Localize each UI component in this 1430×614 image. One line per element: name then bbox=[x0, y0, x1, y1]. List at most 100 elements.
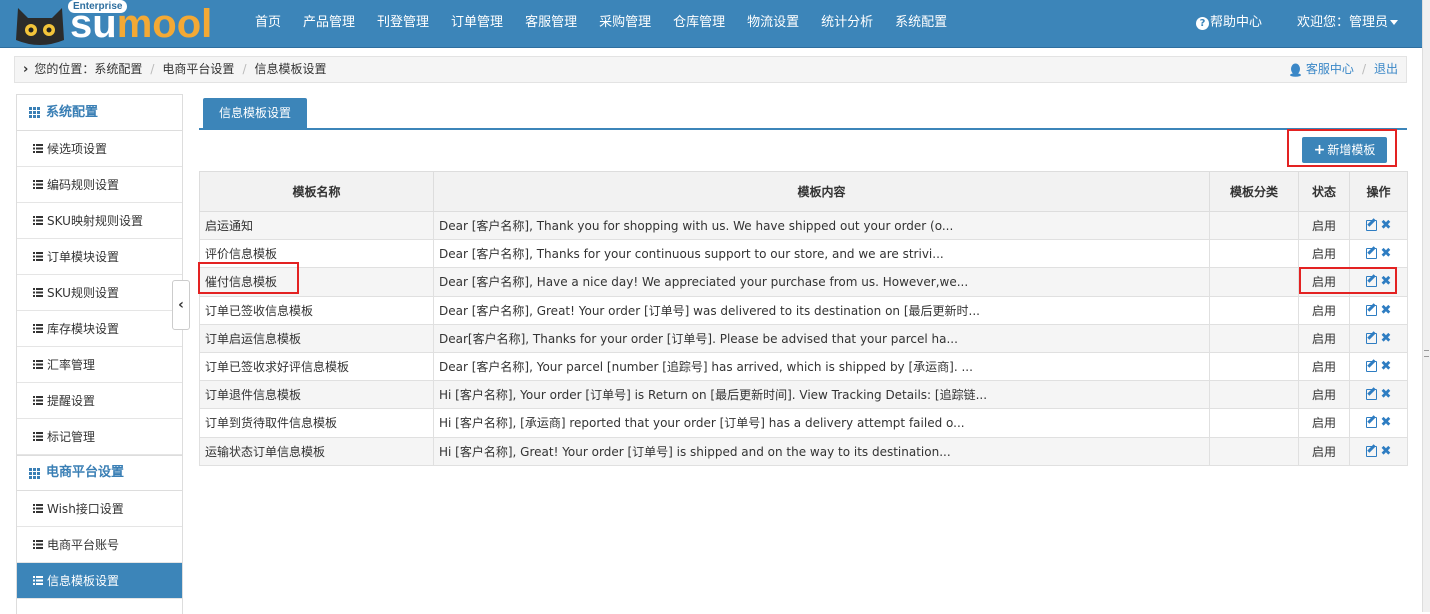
edit-icon[interactable] bbox=[1365, 417, 1377, 429]
header-status: 状态 bbox=[1298, 171, 1350, 212]
delete-icon[interactable]: ✖ bbox=[1381, 444, 1392, 459]
scrollbar-grip-icon[interactable] bbox=[1424, 350, 1429, 357]
nav-item-6[interactable]: 仓库管理 bbox=[662, 0, 736, 48]
table-row[interactable]: 运输状态订单信息模板 Hi [客户名称], Great! Your order [… bbox=[199, 436, 1408, 466]
logout-link[interactable]: 退出 bbox=[1374, 57, 1398, 82]
scrollbar[interactable] bbox=[1422, 0, 1430, 612]
template-content-cell: Dear[客户名称], Thanks for your order [订单号].… bbox=[433, 323, 1210, 353]
delete-icon[interactable]: ✖ bbox=[1381, 415, 1392, 430]
table-row[interactable]: 订单退件信息模板 Hi [客户名称], Your order [订单号] is R… bbox=[199, 380, 1408, 410]
list-icon bbox=[33, 252, 43, 261]
service-center-link[interactable]: 客服中心 bbox=[1306, 57, 1354, 82]
sumool-logo[interactable]: Enterprise sumool bbox=[12, 0, 227, 46]
sidebar-item-group1-8[interactable]: 标记管理 bbox=[17, 419, 182, 455]
edit-icon[interactable] bbox=[1365, 389, 1377, 401]
tab-bar: 信息模板设置 bbox=[199, 98, 1407, 130]
sidebar-item-group1-5[interactable]: 库存模块设置 bbox=[17, 311, 182, 347]
template-actions-cell: ✖ bbox=[1349, 295, 1408, 325]
nav-item-7[interactable]: 物流设置 bbox=[736, 0, 810, 48]
nav-item-3[interactable]: 订单管理 bbox=[440, 0, 514, 48]
caret-down-icon bbox=[1390, 20, 1399, 25]
sidebar-item-group1-4[interactable]: SKU规则设置 bbox=[17, 275, 182, 311]
edit-icon[interactable] bbox=[1365, 361, 1377, 373]
breadcrumb-actions: 客服中心 / 退出 bbox=[1289, 57, 1398, 82]
template-category-cell bbox=[1209, 210, 1299, 241]
template-actions-cell: ✖ bbox=[1349, 408, 1408, 438]
sidebar-item-group1-2[interactable]: SKU映射规则设置 bbox=[17, 203, 182, 239]
logo-su: su bbox=[70, 2, 117, 46]
template-status-cell: 启用 bbox=[1298, 380, 1350, 410]
sidebar: 系统配置 候选项设置 编码规则设置 SKU映射规则设置订单模块设置 SKU规则设置 库存… bbox=[16, 94, 183, 614]
sidebar-group-ecommerce[interactable]: 电商平台设置 bbox=[17, 455, 182, 491]
table-row[interactable]: 启运通知 Dear [客户名称], Thank you for shopping … bbox=[199, 210, 1408, 241]
table-row[interactable]: 订单已签收信息模板 Dear [客户名称], Great! Your order … bbox=[199, 295, 1408, 325]
template-table: 模板名称 模板内容 模板分类 状态 操作 启运通知 Dear [客户名称], Th… bbox=[199, 171, 1408, 466]
template-name-cell: 催付信息模板 bbox=[199, 267, 434, 297]
user-menu[interactable]: 欢迎您：管理员 bbox=[1297, 0, 1399, 46]
edit-icon[interactable] bbox=[1365, 445, 1377, 457]
sidebar-collapse-button[interactable]: ‹ bbox=[172, 280, 190, 330]
cat-logo-icon bbox=[16, 8, 64, 45]
breadcrumb-level2[interactable]: 电商平台设置 bbox=[162, 57, 234, 82]
edit-icon[interactable] bbox=[1365, 248, 1377, 260]
delete-icon[interactable]: ✖ bbox=[1381, 359, 1392, 374]
sidebar-item-group1-0[interactable]: 候选项设置 bbox=[17, 131, 182, 167]
template-actions-cell: ✖ bbox=[1349, 380, 1408, 410]
table-row[interactable]: 订单到货待取件信息模板 Hi [客户名称], [承运商] reported tha… bbox=[199, 408, 1408, 438]
nav-item-0[interactable]: 首页 bbox=[244, 0, 292, 48]
nav-item-2[interactable]: 刊登管理 bbox=[366, 0, 440, 48]
sidebar-item-group1-3[interactable]: 订单模块设置 bbox=[17, 239, 182, 275]
sidebar-item-group1-1[interactable]: 编码规则设置 bbox=[17, 167, 182, 203]
sidebar-item-group2-2[interactable]: 信息模板设置 bbox=[17, 563, 182, 599]
list-icon bbox=[33, 288, 43, 297]
sidebar-group-title: 系统配置 bbox=[46, 104, 99, 120]
nav-item-9[interactable]: 系统配置 bbox=[884, 0, 958, 48]
template-name-cell: 订单退件信息模板 bbox=[199, 380, 434, 410]
sidebar-item-group2-0[interactable]: Wish接口设置 bbox=[17, 491, 182, 527]
template-name-cell: 评价信息模板 bbox=[199, 239, 434, 269]
template-content-cell: Hi [客户名称], Your order [订单号] is Return on… bbox=[433, 380, 1210, 410]
nav-item-8[interactable]: 统计分析 bbox=[810, 0, 884, 48]
edit-icon[interactable] bbox=[1365, 332, 1377, 344]
template-content-cell: Dear [客户名称], Have a nice day! We appreci… bbox=[433, 267, 1210, 297]
delete-icon[interactable]: ✖ bbox=[1381, 246, 1392, 261]
delete-icon[interactable]: ✖ bbox=[1381, 303, 1392, 318]
delete-icon[interactable]: ✖ bbox=[1381, 387, 1392, 402]
help-center-link[interactable]: ? 帮助中心 bbox=[1196, 0, 1262, 46]
table-row[interactable]: 订单已签收求好评信息模板 Dear [客户名称], Your parcel [nu… bbox=[199, 351, 1408, 382]
template-content-cell: Dear [客户名称], Your parcel [number [追踪号] h… bbox=[433, 351, 1210, 382]
template-actions-cell: ✖ bbox=[1349, 239, 1408, 269]
nav-item-5[interactable]: 采购管理 bbox=[588, 0, 662, 48]
edit-icon[interactable] bbox=[1365, 276, 1377, 288]
table-row[interactable]: 催付信息模板 Dear [客户名称], Have a nice day! We a… bbox=[199, 267, 1408, 297]
list-icon bbox=[33, 324, 43, 333]
sidebar-item-label: 订单模块设置 bbox=[47, 249, 120, 264]
table-row[interactable]: 评价信息模板 Dear [客户名称], Thanks for your conti… bbox=[199, 239, 1408, 269]
sidebar-item-label: 电商平台账号 bbox=[47, 537, 120, 552]
delete-icon[interactable]: ✖ bbox=[1381, 274, 1392, 289]
add-template-button[interactable]: + 新增模板 bbox=[1302, 137, 1387, 163]
list-icon bbox=[33, 144, 43, 153]
delete-icon[interactable]: ✖ bbox=[1381, 331, 1392, 346]
template-status-cell: 启用 bbox=[1298, 408, 1350, 438]
template-status-cell: 启用 bbox=[1298, 295, 1350, 325]
delete-icon[interactable]: ✖ bbox=[1381, 218, 1392, 233]
template-actions-cell: ✖ bbox=[1349, 267, 1408, 297]
sidebar-item-group2-1[interactable]: 电商平台账号 bbox=[17, 527, 182, 563]
sidebar-item-group1-6[interactable]: 汇率管理 bbox=[17, 347, 182, 383]
sidebar-item-label: Wish接口设置 bbox=[47, 501, 124, 516]
list-icon bbox=[33, 540, 43, 549]
template-status-cell: 启用 bbox=[1298, 323, 1350, 353]
template-content-cell: Hi [客户名称], Great! Your order [订单号] is sh… bbox=[433, 436, 1210, 466]
table-row[interactable]: 订单启运信息模板 Dear[客户名称], Thanks for your orde… bbox=[199, 323, 1408, 353]
highlight-add-button: + 新增模板 bbox=[1287, 129, 1397, 167]
list-icon bbox=[33, 360, 43, 369]
nav-item-4[interactable]: 客服管理 bbox=[514, 0, 588, 48]
sidebar-group-system-config[interactable]: 系统配置 bbox=[17, 95, 182, 131]
sidebar-item-group1-7[interactable]: 提醒设置 bbox=[17, 383, 182, 419]
template-name-cell: 订单已签收信息模板 bbox=[199, 295, 434, 325]
nav-item-1[interactable]: 产品管理 bbox=[292, 0, 366, 48]
tab-template-settings[interactable]: 信息模板设置 bbox=[203, 98, 307, 128]
edit-icon[interactable] bbox=[1365, 220, 1377, 232]
edit-icon[interactable] bbox=[1365, 304, 1377, 316]
